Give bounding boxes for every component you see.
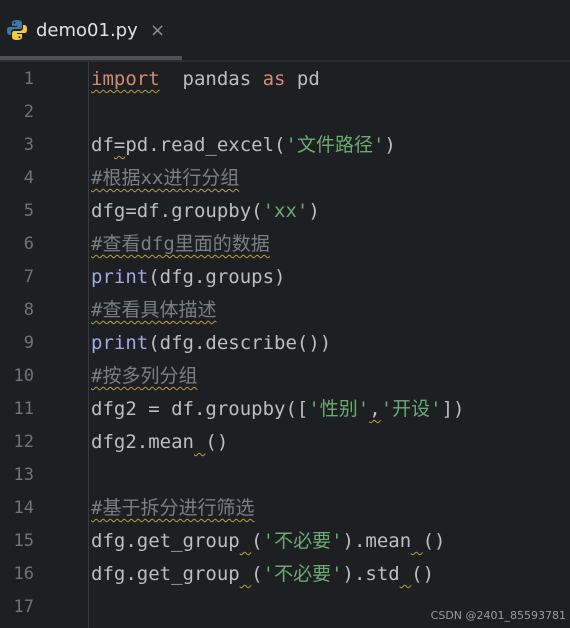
line-number: 1: [23, 69, 34, 89]
code-token: #根据xx进行分组: [91, 167, 240, 189]
tab-demo01-py[interactable]: demo01.py ×: [0, 0, 182, 62]
line-number: 17: [13, 597, 34, 617]
line-number: 12: [13, 432, 34, 452]
code-token: pandas: [159, 68, 263, 90]
code-token: #查看dfg里面的数据: [91, 233, 270, 255]
line-number: 3: [23, 135, 34, 155]
code-token: (: [251, 530, 263, 552]
code-token: ): [308, 200, 320, 222]
code-token: (dfg.describe()): [148, 332, 332, 354]
line-number: 11: [13, 399, 34, 419]
line-number: 10: [13, 366, 34, 386]
line-number: 16: [13, 564, 34, 584]
code-token: 'xx': [262, 200, 309, 222]
code-token: (): [422, 530, 446, 552]
code-line: dfg.get_group ('不必要').std (): [91, 558, 434, 591]
code-token: '文件路径': [285, 134, 385, 156]
code-token: df: [91, 134, 114, 156]
line-number: 5: [23, 201, 34, 221]
gutter-divider: [88, 62, 89, 628]
tab-title: demo01.py: [36, 20, 138, 41]
code-token: import: [91, 68, 160, 90]
code-token: dfg2.mean: [91, 431, 194, 453]
code-token: (dfg.groups): [148, 266, 286, 288]
code-line: dfg2 = df.groupby(['性别','开设']): [91, 393, 464, 426]
code-token: pd: [285, 68, 320, 90]
code-token: ]): [441, 398, 465, 420]
line-number: 13: [13, 465, 34, 485]
code-token: ).mean: [342, 530, 412, 552]
code-line: #根据xx进行分组: [91, 162, 239, 195]
code-token: dfg.get_group: [91, 563, 240, 585]
code-line: dfg=df.groupby('xx'): [91, 195, 320, 228]
code-token: '开设': [380, 398, 442, 420]
code-token: #查看具体描述: [91, 299, 217, 321]
code-token: '不必要': [262, 530, 343, 552]
code-token: as: [262, 68, 286, 90]
watermark: CSDN @2401_85593781: [430, 609, 566, 622]
editor-tab-bar: demo01.py ×: [0, 0, 570, 62]
code-token: print: [91, 266, 149, 288]
code-token: (: [251, 563, 263, 585]
code-token: (): [205, 431, 229, 453]
code-token: ,: [369, 398, 381, 420]
line-number: 15: [13, 531, 34, 551]
code-line: dfg.get_group ('不必要').mean (): [91, 525, 446, 558]
code-token: ): [384, 134, 396, 156]
code-token: pd.read_excel(: [125, 134, 286, 156]
line-number: 9: [23, 333, 34, 353]
code-token: dfg.get_group: [91, 530, 240, 552]
code-token: #按多列分组: [91, 365, 198, 387]
line-number-gutter: 1 2 3 4 5 6 7 8 9 10 11 12 13 14 15 16 17: [0, 62, 88, 628]
line-number: 4: [23, 168, 34, 188]
code-line: #按多列分组: [91, 360, 197, 393]
code-line: df=pd.read_excel('文件路径'): [91, 129, 396, 162]
code-token: =: [113, 134, 126, 156]
line-number: 14: [13, 498, 34, 518]
code-line: print(dfg.describe()): [91, 327, 331, 360]
code-line: print(dfg.groups): [91, 261, 285, 294]
code-token: dfg2 = df.groupby([: [91, 398, 309, 420]
code-token: ).std: [342, 563, 400, 585]
code-line: dfg2.mean (): [91, 426, 228, 459]
code-token: '不必要': [262, 563, 343, 585]
code-token: #基于拆分进行筛选: [91, 497, 255, 519]
code-token: print: [91, 332, 149, 354]
code-line: #查看具体描述: [91, 294, 216, 327]
code-line: #查看dfg里面的数据: [91, 228, 270, 261]
line-number: 8: [23, 300, 34, 320]
python-icon: [7, 20, 27, 40]
code-line: #基于拆分进行筛选: [91, 492, 254, 525]
code-token: (): [411, 563, 435, 585]
close-icon[interactable]: ×: [150, 19, 165, 43]
code-token: dfg=df.groupby(: [91, 200, 263, 222]
line-number: 7: [23, 267, 34, 287]
code-line: import pandas as pd: [91, 63, 320, 96]
line-number: 2: [23, 102, 34, 122]
code-token: '性别': [308, 398, 370, 420]
line-number: 6: [23, 234, 34, 254]
